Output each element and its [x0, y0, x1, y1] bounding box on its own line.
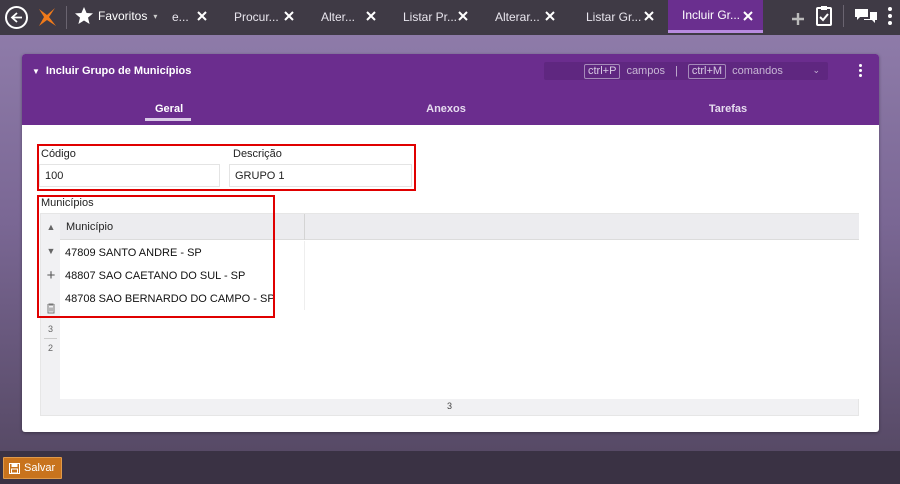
shortcut-label: campos	[626, 65, 665, 77]
descricao-field[interactable]: GRUPO 1	[229, 164, 412, 187]
collapse-up-icon[interactable]: ▲	[45, 221, 57, 233]
top-tab-bar: Favoritos ▾ e... Procur... Alter... List…	[0, 0, 900, 35]
collapse-triangle-icon[interactable]: ▼	[32, 67, 40, 76]
tab-geral[interactable]: Geral	[145, 103, 191, 121]
shortcut-separator: |	[674, 65, 678, 77]
close-icon[interactable]	[741, 9, 755, 23]
add-tab-icon[interactable]	[791, 12, 805, 26]
column-header-municipio[interactable]: Município	[60, 214, 305, 240]
panel-title[interactable]: ▼ Incluir Grupo de Municípios	[32, 65, 191, 77]
tab-label: Listar Pr...	[403, 9, 458, 24]
tab-label: Listar Gr...	[586, 9, 642, 24]
tab-active[interactable]: Incluir Gr...	[668, 0, 763, 33]
tab-label: Alterar...	[495, 9, 540, 24]
tab-tarefas[interactable]: Tarefas	[708, 103, 748, 115]
tab-label: Procur...	[234, 9, 279, 24]
command-shortcut-bar[interactable]: ctrl+P campos | ctrl+M comandos ⌄	[544, 62, 828, 80]
panel-title-text: Incluir Grupo de Municípios	[45, 65, 192, 77]
trash-icon[interactable]	[45, 302, 57, 314]
save-label: Salvar	[24, 462, 56, 474]
shortcut-key: ctrl+M	[687, 63, 727, 79]
chevron-down-icon: ▾	[153, 11, 158, 21]
shortcut-key: ctrl+P	[584, 63, 621, 79]
table-row[interactable]: 48807 SAO CAETANO DO SUL - SP	[60, 264, 305, 287]
clipboard-check-icon[interactable]	[815, 5, 833, 27]
bottom-action-bar: Salvar	[0, 451, 900, 484]
table-row[interactable]: 48708 SAO BERNARDO DO CAMPO - SP	[60, 287, 305, 310]
shortcut-label: comandos	[732, 65, 783, 77]
grid-footer-count: 3	[446, 401, 452, 411]
codigo-label: Código	[41, 148, 76, 160]
back-arrow-icon[interactable]	[5, 6, 28, 29]
app-logo-icon[interactable]	[36, 6, 58, 28]
star-icon	[75, 7, 93, 24]
close-icon[interactable]	[282, 9, 296, 23]
municipios-label: Municípios	[41, 197, 94, 209]
panel-more-icon[interactable]	[859, 64, 863, 79]
grid-gutter: ▲ ▼ + 3 2	[41, 214, 60, 417]
tab-label: Incluir Gr...	[682, 8, 741, 22]
save-button[interactable]: Salvar	[3, 457, 63, 479]
divider	[843, 5, 844, 27]
move-down-icon[interactable]: ▼	[45, 245, 57, 257]
chevron-down-icon[interactable]: ⌄	[812, 65, 820, 76]
favorites-label: Favoritos	[98, 9, 148, 23]
tab-2[interactable]: Procur...	[224, 0, 304, 33]
main-panel: ▼ Incluir Grupo de Municípios ctrl+P cam…	[22, 54, 879, 432]
close-icon[interactable]	[195, 9, 209, 23]
municipios-grid: ▲ ▼ + 3 2 Município 47809 SANTO ANDRE - …	[40, 213, 859, 416]
divider	[66, 6, 67, 29]
more-vertical-icon[interactable]	[888, 7, 892, 25]
close-icon[interactable]	[543, 9, 557, 23]
subtab-bar: Geral Anexos Tarefas	[22, 100, 879, 125]
tab-label: e...	[172, 9, 189, 24]
close-icon[interactable]	[456, 9, 470, 23]
grid-body: 47809 SANTO ANDRE - SP 48807 SAO CAETANO…	[60, 240, 859, 399]
tab-label: Alter...	[321, 9, 356, 24]
tab-anexos[interactable]: Anexos	[426, 103, 466, 115]
top-right-icons	[791, 5, 892, 27]
chat-icon[interactable]	[854, 7, 878, 25]
tab-6[interactable]: Listar Gr...	[576, 0, 664, 33]
save-icon	[9, 462, 20, 474]
codigo-field[interactable]: 100	[39, 164, 220, 187]
tab-4[interactable]: Listar Pr...	[393, 0, 478, 33]
descricao-label: Descrição	[233, 148, 282, 160]
close-icon[interactable]	[642, 9, 656, 23]
tab-3[interactable]: Alter...	[311, 0, 386, 33]
tab-5[interactable]: Alterar...	[485, 0, 565, 33]
favorites-menu[interactable]: Favoritos ▾	[74, 6, 157, 26]
add-row-icon[interactable]: +	[45, 267, 57, 284]
tab-1[interactable]: e...	[162, 0, 217, 33]
close-icon[interactable]	[364, 9, 378, 23]
gutter-number: 3	[47, 324, 53, 334]
grid-header: Município	[60, 214, 859, 240]
divider	[44, 338, 57, 339]
gutter-number: 2	[47, 343, 53, 353]
table-row[interactable]: 47809 SANTO ANDRE - SP	[60, 241, 305, 264]
panel-header: ▼ Incluir Grupo de Municípios ctrl+P cam…	[22, 54, 879, 125]
